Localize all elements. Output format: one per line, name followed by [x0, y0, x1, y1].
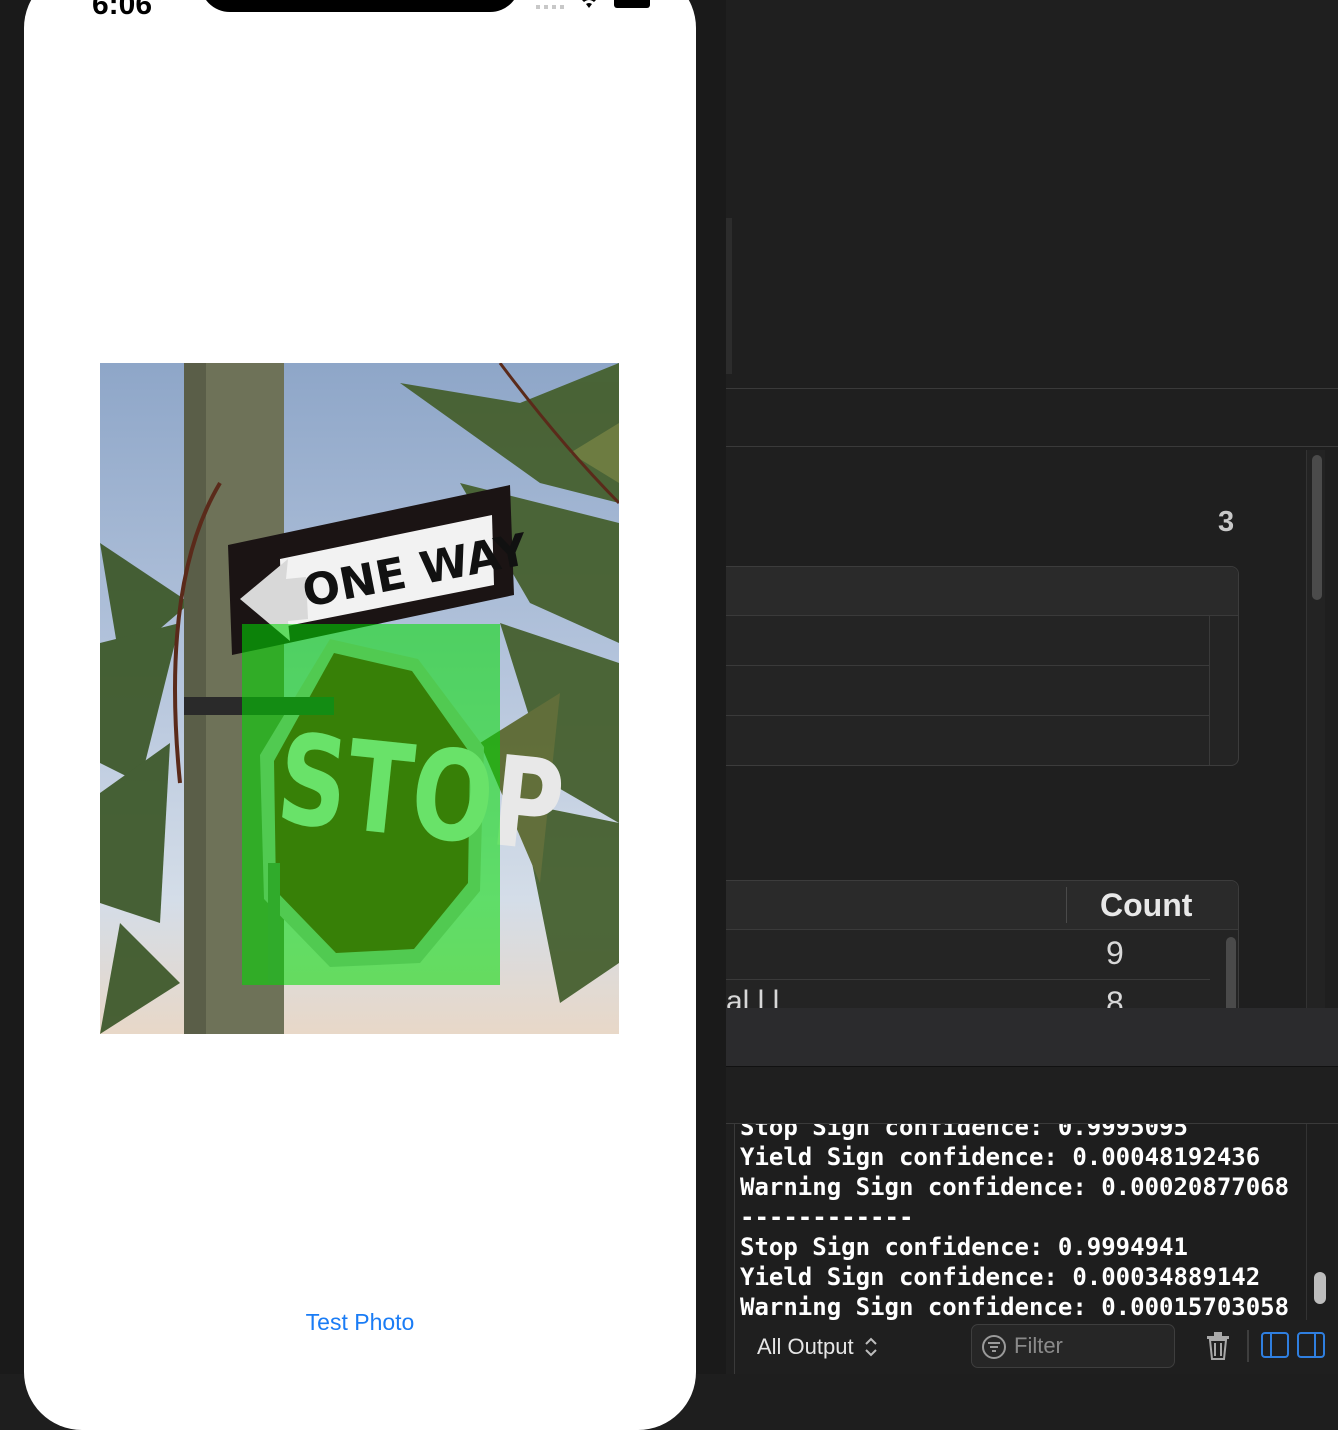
- table-cell-count: 9: [1106, 935, 1124, 971]
- show-right-pane-icon[interactable]: [1297, 1332, 1325, 1358]
- table-row[interactable]: [726, 665, 1210, 666]
- footer-divider: [1247, 1330, 1249, 1362]
- console-line: Yield Sign confidence: 0.00034889142: [740, 1263, 1261, 1291]
- output-selector-label: All Output: [757, 1334, 854, 1359]
- table-header: Count: [726, 881, 1238, 930]
- console-line: Stop Sign confidence: 0.9995095: [740, 1124, 1188, 1141]
- table-row[interactable]: [726, 979, 1210, 980]
- battery-icon: [614, 0, 650, 8]
- xcode-right-panel: 3 Count 9 8 al l l Stop Sign confidence:…: [726, 0, 1338, 1374]
- iphone-screen: 6:06 ONE WAY Test Photo: [24, 0, 696, 1430]
- metrics-table: [726, 566, 1239, 766]
- filter-icon: [982, 1335, 1006, 1359]
- chevron-up-down-icon: [865, 1337, 877, 1357]
- status-bar-time: 6:06: [92, 0, 153, 21]
- filter-input[interactable]: [1014, 1331, 1164, 1361]
- class-count-table: Count 9 8 al l l: [726, 880, 1239, 1021]
- test-photo-button[interactable]: Test Photo: [24, 1309, 696, 1336]
- debug-toolbar: [726, 1008, 1338, 1067]
- console-line: ------------: [740, 1203, 914, 1231]
- pane-split-handle[interactable]: [726, 218, 732, 374]
- console-filter-field[interactable]: [971, 1324, 1175, 1368]
- console-line: Warning Sign confidence: 0.00015703058: [740, 1293, 1290, 1320]
- console-line: Yield Sign confidence: 0.00048192436: [740, 1143, 1261, 1171]
- panel-divider: [726, 446, 1338, 447]
- console-line: Stop Sign confidence: 0.9994941: [740, 1233, 1188, 1261]
- wifi-icon: [582, 0, 596, 8]
- panel-divider: [726, 388, 1338, 389]
- table-row[interactable]: [726, 715, 1210, 716]
- stop-sign-detection-box: [242, 624, 500, 985]
- output-selector[interactable]: All Output: [757, 1334, 878, 1360]
- show-left-pane-icon[interactable]: [1261, 1332, 1289, 1358]
- console-line: Warning Sign confidence: 0.00020877068: [740, 1173, 1290, 1201]
- panel-scrollbar[interactable]: [1312, 455, 1322, 600]
- column-separator[interactable]: [1066, 887, 1067, 923]
- device-notch: [200, 0, 520, 12]
- table-column-divider: [1209, 615, 1210, 765]
- table-scrollbar[interactable]: [1226, 937, 1236, 1017]
- trash-icon[interactable]: [1207, 1332, 1229, 1360]
- count-value: 3: [1218, 506, 1235, 538]
- status-bar-indicators: [536, 0, 656, 12]
- test-photo-image: ONE WAY STOP: [100, 363, 619, 1034]
- table-header: [726, 567, 1238, 616]
- console-scrollbar[interactable]: [1314, 1272, 1326, 1304]
- debug-variables-bar: [726, 1067, 1338, 1124]
- console-output[interactable]: Stop Sign confidence: 0.9995095 Yield Si…: [734, 1124, 1307, 1320]
- cellular-signal-icon: [536, 5, 564, 9]
- console-footer: All Output: [734, 1320, 1338, 1374]
- count-column-header[interactable]: Count: [1100, 887, 1192, 924]
